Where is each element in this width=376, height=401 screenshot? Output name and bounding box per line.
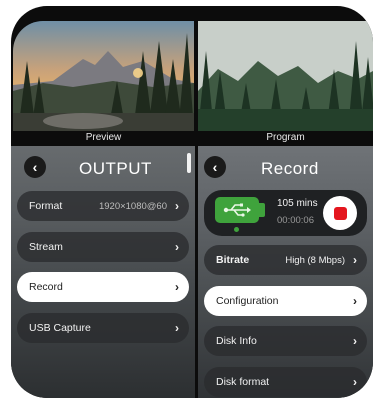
- elapsed-time: 00:00:06: [277, 215, 314, 226]
- chevron-right-icon: ›: [175, 199, 179, 213]
- chevron-right-icon: ›: [175, 240, 179, 254]
- chevron-left-icon[interactable]: ‹: [204, 156, 226, 178]
- record-title: Record: [261, 159, 319, 178]
- menu-item-label: Configuration: [216, 295, 279, 307]
- menu-item-record[interactable]: Record ›: [17, 272, 189, 302]
- chevron-right-icon: ›: [353, 334, 357, 348]
- program-forest-image: [198, 21, 373, 131]
- chevron-right-icon: ›: [353, 375, 357, 389]
- usb-plug-shape: [259, 203, 265, 217]
- menu-item-label: Record: [29, 281, 63, 293]
- chevron-right-icon: ›: [175, 321, 179, 335]
- menu-item-format[interactable]: Format 1920×1080@60 ›: [17, 191, 189, 221]
- menu-item-usb-capture[interactable]: USB Capture ›: [17, 313, 189, 343]
- output-title: OUTPUT: [79, 159, 152, 178]
- menu-item-label: Format: [29, 200, 63, 212]
- record-stop-button[interactable]: [323, 196, 357, 230]
- device-screen: Preview Program ‹ OUTPUT Format 1920×108…: [11, 6, 373, 398]
- scrollbar-thumb[interactable]: [187, 153, 191, 173]
- menu-item-label: Bitrate: [216, 254, 250, 266]
- menu-item-label: Disk Info: [216, 335, 257, 347]
- status-dot: [234, 227, 239, 232]
- preview-landscape-image: [13, 21, 194, 131]
- bitrate-value: High (8 Mbps): [285, 254, 345, 266]
- chevron-right-icon: ›: [175, 280, 179, 294]
- menu-item-disk-info[interactable]: Disk Info ›: [204, 326, 367, 356]
- remaining-time: 105 mins: [277, 198, 318, 209]
- chevron-left-icon[interactable]: ‹: [24, 156, 46, 178]
- menu-item-label: Disk format: [216, 376, 270, 388]
- menu-item-stream[interactable]: Stream ›: [17, 232, 189, 262]
- stop-record-icon: [333, 206, 347, 220]
- menu-item-bitrate[interactable]: Bitrate High (8 Mbps) ›: [204, 245, 367, 275]
- preview-video[interactable]: [13, 21, 194, 131]
- record-status-card: 105 mins 00:00:06: [204, 190, 367, 236]
- program-video[interactable]: [198, 21, 373, 131]
- chevron-right-icon: ›: [353, 253, 357, 267]
- usb-drive-icon: [215, 197, 259, 223]
- format-value: 1920×1080@60: [98, 200, 167, 212]
- menu-item-disk-format[interactable]: Disk format ›: [204, 367, 367, 397]
- record-panel: ‹ Record 105 mins 00:00:06 Bitrate High …: [198, 146, 373, 398]
- menu-item-label: Stream: [29, 241, 63, 253]
- menu-item-label: USB Capture: [29, 322, 91, 334]
- menu-item-configuration[interactable]: Configuration ›: [204, 286, 367, 316]
- program-caption: Program: [266, 132, 305, 143]
- preview-caption: Preview: [85, 132, 122, 143]
- output-panel: ‹ OUTPUT Format 1920×1080@60 › Stream › …: [11, 146, 195, 398]
- chevron-right-icon: ›: [353, 294, 357, 308]
